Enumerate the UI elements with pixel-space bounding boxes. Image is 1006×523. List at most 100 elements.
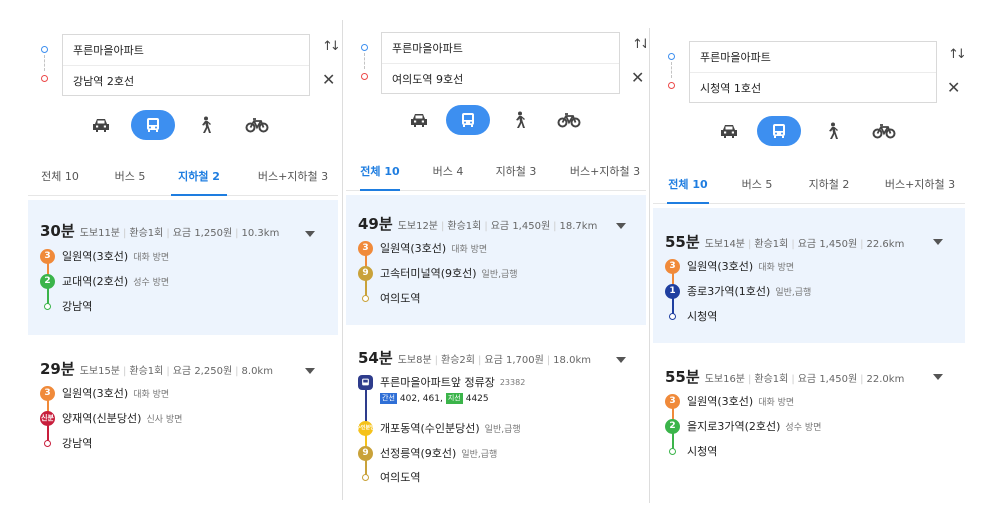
car-mode-button[interactable] <box>707 116 751 146</box>
expand-caret-icon[interactable] <box>616 357 626 363</box>
stop-direction: 대화 방면 <box>133 389 170 400</box>
route-dash-line <box>44 55 45 71</box>
close-icon[interactable]: ✕ <box>322 70 335 89</box>
walk-mode-button[interactable] <box>183 110 227 140</box>
bus-stop: 푸른마을아파트앞 정류장 23382 <box>358 374 525 390</box>
route-panel-2: 푸른마을아파트 여의도역 9호선 ↑↓ ✕ 전체 10 버스 4 지하철 3 버… <box>346 20 646 500</box>
route-transfers: 환승1회 <box>447 221 482 232</box>
walk-icon <box>516 111 525 128</box>
route-walk: 도보12분 <box>397 221 439 232</box>
line-3-badge: 3 <box>665 258 680 274</box>
stop-name: 여의도역 <box>380 292 421 305</box>
origin-input[interactable]: 푸른마을아파트 <box>382 33 619 63</box>
tab-bus[interactable]: 버스 4 <box>428 155 468 191</box>
bike-mode-button[interactable] <box>862 116 906 146</box>
tab-subway[interactable]: 지하철 2 <box>803 168 855 204</box>
swap-icon[interactable]: ↑↓ <box>632 37 646 52</box>
swap-icon[interactable]: ↑↓ <box>948 47 965 62</box>
route-card[interactable]: 30분 도보11분 | 환승1회 | 요금 1,250원 | 10.3km 3 일원역… <box>28 200 338 335</box>
route-distance: 8.0km <box>241 366 273 377</box>
stop-direction: 대화 방면 <box>758 397 795 408</box>
route-tabs: 전체 10 버스 4 지하철 3 버스+지하철 3 <box>346 155 646 191</box>
expand-caret-icon[interactable] <box>305 368 315 374</box>
destination-dot-icon <box>41 75 48 82</box>
tab-subway[interactable]: 지하철 3 <box>491 155 541 191</box>
route-fare: 요금 2,250원 <box>172 366 233 377</box>
route-card[interactable]: 29분 도보15분 | 환승1회 | 요금 2,250원 | 8.0km 3 일원역(… <box>28 338 338 470</box>
tab-bus[interactable]: 버스 5 <box>737 168 777 204</box>
transfer-stop: 9 선정릉역(9호선) 일반,급행 <box>358 445 497 461</box>
destination-input[interactable]: 강남역 2호선 <box>63 65 309 95</box>
route-transfers: 환승1회 <box>129 228 164 239</box>
route-card[interactable]: 49분 도보12분 | 환승1회 | 요금 1,450원 | 18.7km 3 일원역… <box>346 195 646 325</box>
tab-bus[interactable]: 버스 5 <box>106 160 154 196</box>
bus-icon <box>147 118 159 132</box>
route-summary: 55분 도보16분 | 환승1회 | 요금 1,450원 | 22.0km <box>665 368 905 386</box>
car-mode-button[interactable] <box>79 110 123 140</box>
bus-numbers: 간선 402, 461, 지선 4425 <box>380 393 492 404</box>
bike-icon <box>872 124 896 139</box>
arrival-dot-icon <box>40 436 55 451</box>
route-transfers: 환승1회 <box>129 366 164 377</box>
panel-divider <box>649 28 650 503</box>
tab-bus-subway[interactable]: 버스+지하철 3 <box>568 155 642 191</box>
expand-caret-icon[interactable] <box>616 223 626 229</box>
stop-name: 고속터미널역(9호선) <box>380 267 477 280</box>
route-transfers: 환승2회 <box>441 355 475 366</box>
transit-mode-button[interactable] <box>446 105 490 135</box>
route-walk: 도보16분 <box>704 374 746 385</box>
origin-input[interactable]: 푸른마을아파트 <box>690 42 936 72</box>
route-card[interactable]: 54분 도보8분 | 환승2회 | 요금 1,700원 | 18.0km 푸른마을아파… <box>346 326 646 496</box>
bus-number-list: 4425 <box>465 393 489 404</box>
route-summary: 55분 도보14분 | 환승1회 | 요금 1,450원 | 22.6km <box>665 233 905 251</box>
tab-all[interactable]: 전체 10 <box>667 168 709 204</box>
expand-caret-icon[interactable] <box>933 374 943 380</box>
tab-bus-subway[interactable]: 버스+지하철 3 <box>883 168 957 204</box>
walk-mode-button[interactable] <box>810 116 854 146</box>
tab-all[interactable]: 전체 10 <box>36 160 84 196</box>
stop-id: 23382 <box>499 377 526 387</box>
route-distance: 10.3km <box>241 228 280 239</box>
route-walk: 도보8분 <box>397 355 432 366</box>
route-dash-line <box>364 53 365 69</box>
route-distance: 18.0km <box>553 355 591 366</box>
bus-number-list: 402, 461, <box>399 393 443 404</box>
stop-name: 종로3가역(1호선) <box>687 285 771 298</box>
destination-input[interactable]: 여의도역 9호선 <box>382 63 619 93</box>
stop-name: 시청역 <box>687 310 718 323</box>
route-time: 30분 <box>40 222 75 240</box>
car-icon <box>721 125 737 138</box>
tab-all[interactable]: 전체 10 <box>360 155 400 191</box>
transit-mode-button[interactable] <box>131 110 175 140</box>
tab-bus-subway[interactable]: 버스+지하철 3 <box>256 160 330 196</box>
route-distance: 18.7km <box>559 221 598 232</box>
car-mode-button[interactable] <box>397 105 441 135</box>
route-time: 55분 <box>665 368 700 386</box>
bus-stop-icon <box>358 374 373 390</box>
stop-direction: 신사 방면 <box>146 414 183 425</box>
bike-mode-button[interactable] <box>235 110 279 140</box>
expand-caret-icon[interactable] <box>305 231 315 237</box>
bus-type-tag: 지선 <box>445 393 463 404</box>
transit-mode-button[interactable] <box>757 116 801 146</box>
origin-input[interactable]: 푸른마을아파트 <box>63 35 309 65</box>
route-card[interactable]: 55분 도보16분 | 환승1회 | 요금 1,450원 | 22.0km 3 일원역… <box>653 346 965 486</box>
destination-input[interactable]: 시청역 1호선 <box>690 72 936 102</box>
boarding-stop: 3 일원역(3호선) 대화 방면 <box>40 248 169 264</box>
arrival-stop: 강남역 <box>40 435 92 451</box>
tab-subway[interactable]: 지하철 2 <box>171 160 227 196</box>
boarding-stop: 3 일원역(3호선) 대화 방면 <box>40 385 169 401</box>
walk-mode-button[interactable] <box>497 105 541 135</box>
close-icon[interactable]: ✕ <box>947 78 960 97</box>
bike-mode-button[interactable] <box>547 105 591 135</box>
swap-icon[interactable]: ↑↓ <box>322 39 338 54</box>
car-icon <box>93 119 109 132</box>
route-card[interactable]: 55분 도보14분 | 환승1회 | 요금 1,450원 | 22.6km 3 일원역… <box>653 208 965 343</box>
search-inputs: 푸른마을아파트 여의도역 9호선 <box>381 32 620 94</box>
destination-dot-icon <box>668 82 675 89</box>
route-dash-line <box>671 62 672 78</box>
car-icon <box>411 114 427 127</box>
expand-caret-icon[interactable] <box>933 239 943 245</box>
route-time: 54분 <box>358 349 393 367</box>
close-icon[interactable]: ✕ <box>631 68 644 87</box>
